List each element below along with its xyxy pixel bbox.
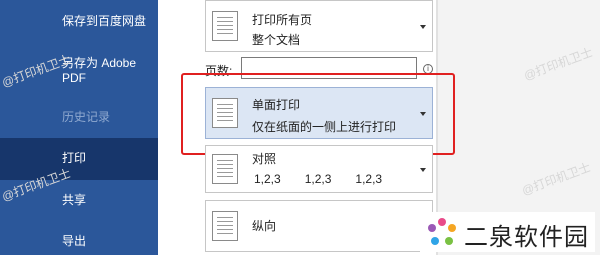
print-range-dropdown[interactable]: 打印所有页 整个文档 <box>205 0 433 52</box>
nav-label: 共享 <box>62 193 87 207</box>
collate-set: 1,2,3 <box>304 172 332 186</box>
collate-set: 1,2,3 <box>254 172 281 186</box>
portrait-page-icon <box>212 211 238 241</box>
annotation-highlight-box <box>181 73 455 155</box>
collate-title: 对照 <box>252 152 277 166</box>
chevron-down-icon <box>420 168 426 172</box>
logo-text: 二泉软件园 <box>464 223 589 251</box>
nav-history[interactable]: 历史记录 <box>0 110 158 128</box>
orientation-dropdown[interactable]: 纵向 <box>205 200 433 252</box>
chevron-down-icon <box>420 25 426 29</box>
nav-print[interactable]: 打印 <box>0 138 158 180</box>
flower-logo-icon <box>428 218 456 245</box>
nav-label: 保存到百度网盘 <box>62 14 147 28</box>
nav-label: 导出 <box>62 234 87 248</box>
backstage-sidebar: 保存到百度网盘 另存为 Adobe PDF 历史记录 打印 共享 导出 <box>0 0 158 255</box>
collated-pages-icon <box>212 154 238 184</box>
print-range-subtitle: 整个文档 <box>252 33 301 47</box>
site-logo: 二泉软件园 <box>420 212 595 252</box>
nav-export[interactable]: 导出 <box>0 234 158 252</box>
print-range-title: 打印所有页 <box>252 13 313 27</box>
nav-label: 另存为 Adobe <box>62 56 137 70</box>
document-pages-icon <box>212 11 238 41</box>
nav-label: 打印 <box>62 151 87 165</box>
orientation-title: 纵向 <box>252 219 277 233</box>
nav-save-to-baidu[interactable]: 保存到百度网盘 <box>0 14 158 34</box>
nav-label-line2: PDF <box>62 71 86 85</box>
nav-label: 历史记录 <box>62 110 111 124</box>
collate-set: 1,2,3 <box>355 172 383 186</box>
collate-page-order: 1,2,3 1,2,3 1,2,3 <box>254 172 382 186</box>
